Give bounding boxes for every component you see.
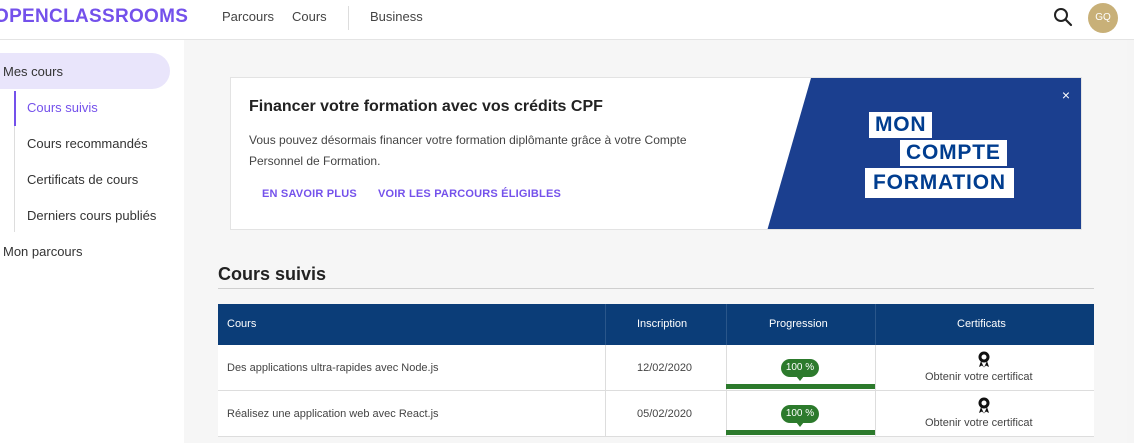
close-icon[interactable]: ×	[1059, 88, 1073, 102]
header-divider	[875, 304, 876, 345]
user-avatar[interactable]: GQ	[1088, 3, 1118, 33]
nav-parcours[interactable]: Parcours	[222, 9, 274, 24]
en-savoir-plus-link[interactable]: EN SAVOIR PLUS	[262, 188, 357, 200]
header-cours: Cours	[227, 318, 257, 330]
sidebar-item-mes-cours[interactable]: Mes cours	[3, 64, 63, 79]
course-title[interactable]: Des applications ultra-rapides avec Node…	[227, 362, 439, 374]
column-divider	[875, 391, 876, 437]
table-row[interactable]: Des applications ultra-rapides avec Node…	[218, 345, 1094, 391]
logo-line-mon: MON	[869, 112, 933, 138]
header-inscription: Inscription	[637, 318, 688, 330]
openclassrooms-logo[interactable]: OPENCLASSROOMS	[0, 6, 188, 28]
header-progression: Progression	[769, 318, 828, 330]
logo-line-compte: COMPTE	[900, 140, 1007, 166]
banner-title: Financer votre formation avec vos crédit…	[249, 98, 603, 115]
progress-fill	[726, 430, 875, 435]
header-certificats: Certificats	[957, 318, 1006, 330]
banner-text: Vous pouvez désormais financer votre for…	[249, 133, 687, 168]
progress-badge: 100 %	[781, 405, 819, 423]
cpf-banner: Financer votre formation avec vos crédit…	[230, 77, 1082, 230]
mon-compte-formation-logo: MON COMPTE FORMATION	[865, 110, 1035, 198]
search-icon[interactable]	[1053, 7, 1073, 27]
logo-line-formation: FORMATION	[865, 168, 1014, 198]
sidebar: Mes cours Cours suivis Cours recommandés…	[0, 40, 184, 443]
obtenir-certificat-link[interactable]: Obtenir votre certificat	[925, 371, 1033, 383]
sidebar-item-derniers-cours[interactable]: Derniers cours publiés	[27, 208, 156, 223]
inscription-date: 05/02/2020	[637, 408, 693, 420]
course-title[interactable]: Réalisez une application web avec React.…	[227, 408, 439, 420]
progress-badge-tip	[796, 376, 804, 381]
progress-fill	[726, 384, 875, 389]
sidebar-active-indicator	[14, 91, 16, 126]
inscription-date: 12/02/2020	[637, 362, 693, 374]
nav-cours[interactable]: Cours	[292, 9, 327, 24]
certificate-medal-icon	[978, 397, 990, 414]
top-header: OPENCLASSROOMS Parcours Cours Business G…	[0, 0, 1134, 40]
header-divider	[726, 304, 727, 345]
column-divider	[605, 345, 606, 391]
progress-badge: 100 %	[781, 359, 819, 377]
nav-business[interactable]: Business	[370, 9, 423, 24]
progress-bar	[726, 384, 875, 389]
section-title: Cours suivis	[218, 264, 327, 284]
obtenir-certificat-link[interactable]: Obtenir votre certificat	[925, 417, 1033, 429]
section-divider	[218, 288, 1094, 289]
column-divider	[875, 345, 876, 391]
column-divider	[605, 391, 606, 437]
table-header: Cours Inscription Progression Certificat…	[218, 304, 1094, 345]
voir-parcours-eligibles-link[interactable]: VOIR LES PARCOURS ÉLIGIBLES	[378, 188, 561, 200]
certificate-medal-icon	[978, 351, 990, 368]
progress-badge-tip	[796, 422, 804, 427]
sidebar-item-cours-suivis[interactable]: Cours suivis	[27, 100, 98, 115]
sidebar-item-mon-parcours[interactable]: Mon parcours	[3, 244, 82, 259]
sidebar-item-certificats[interactable]: Certificats de cours	[27, 172, 138, 187]
table-row[interactable]: Réalisez une application web avec React.…	[218, 391, 1094, 437]
nav-divider	[348, 6, 349, 30]
sidebar-sub-divider	[14, 126, 15, 232]
page-scrollbar[interactable]	[1127, 40, 1134, 443]
sidebar-item-cours-recommandes[interactable]: Cours recommandés	[27, 136, 148, 151]
header-divider	[605, 304, 606, 345]
progress-bar	[726, 430, 875, 435]
